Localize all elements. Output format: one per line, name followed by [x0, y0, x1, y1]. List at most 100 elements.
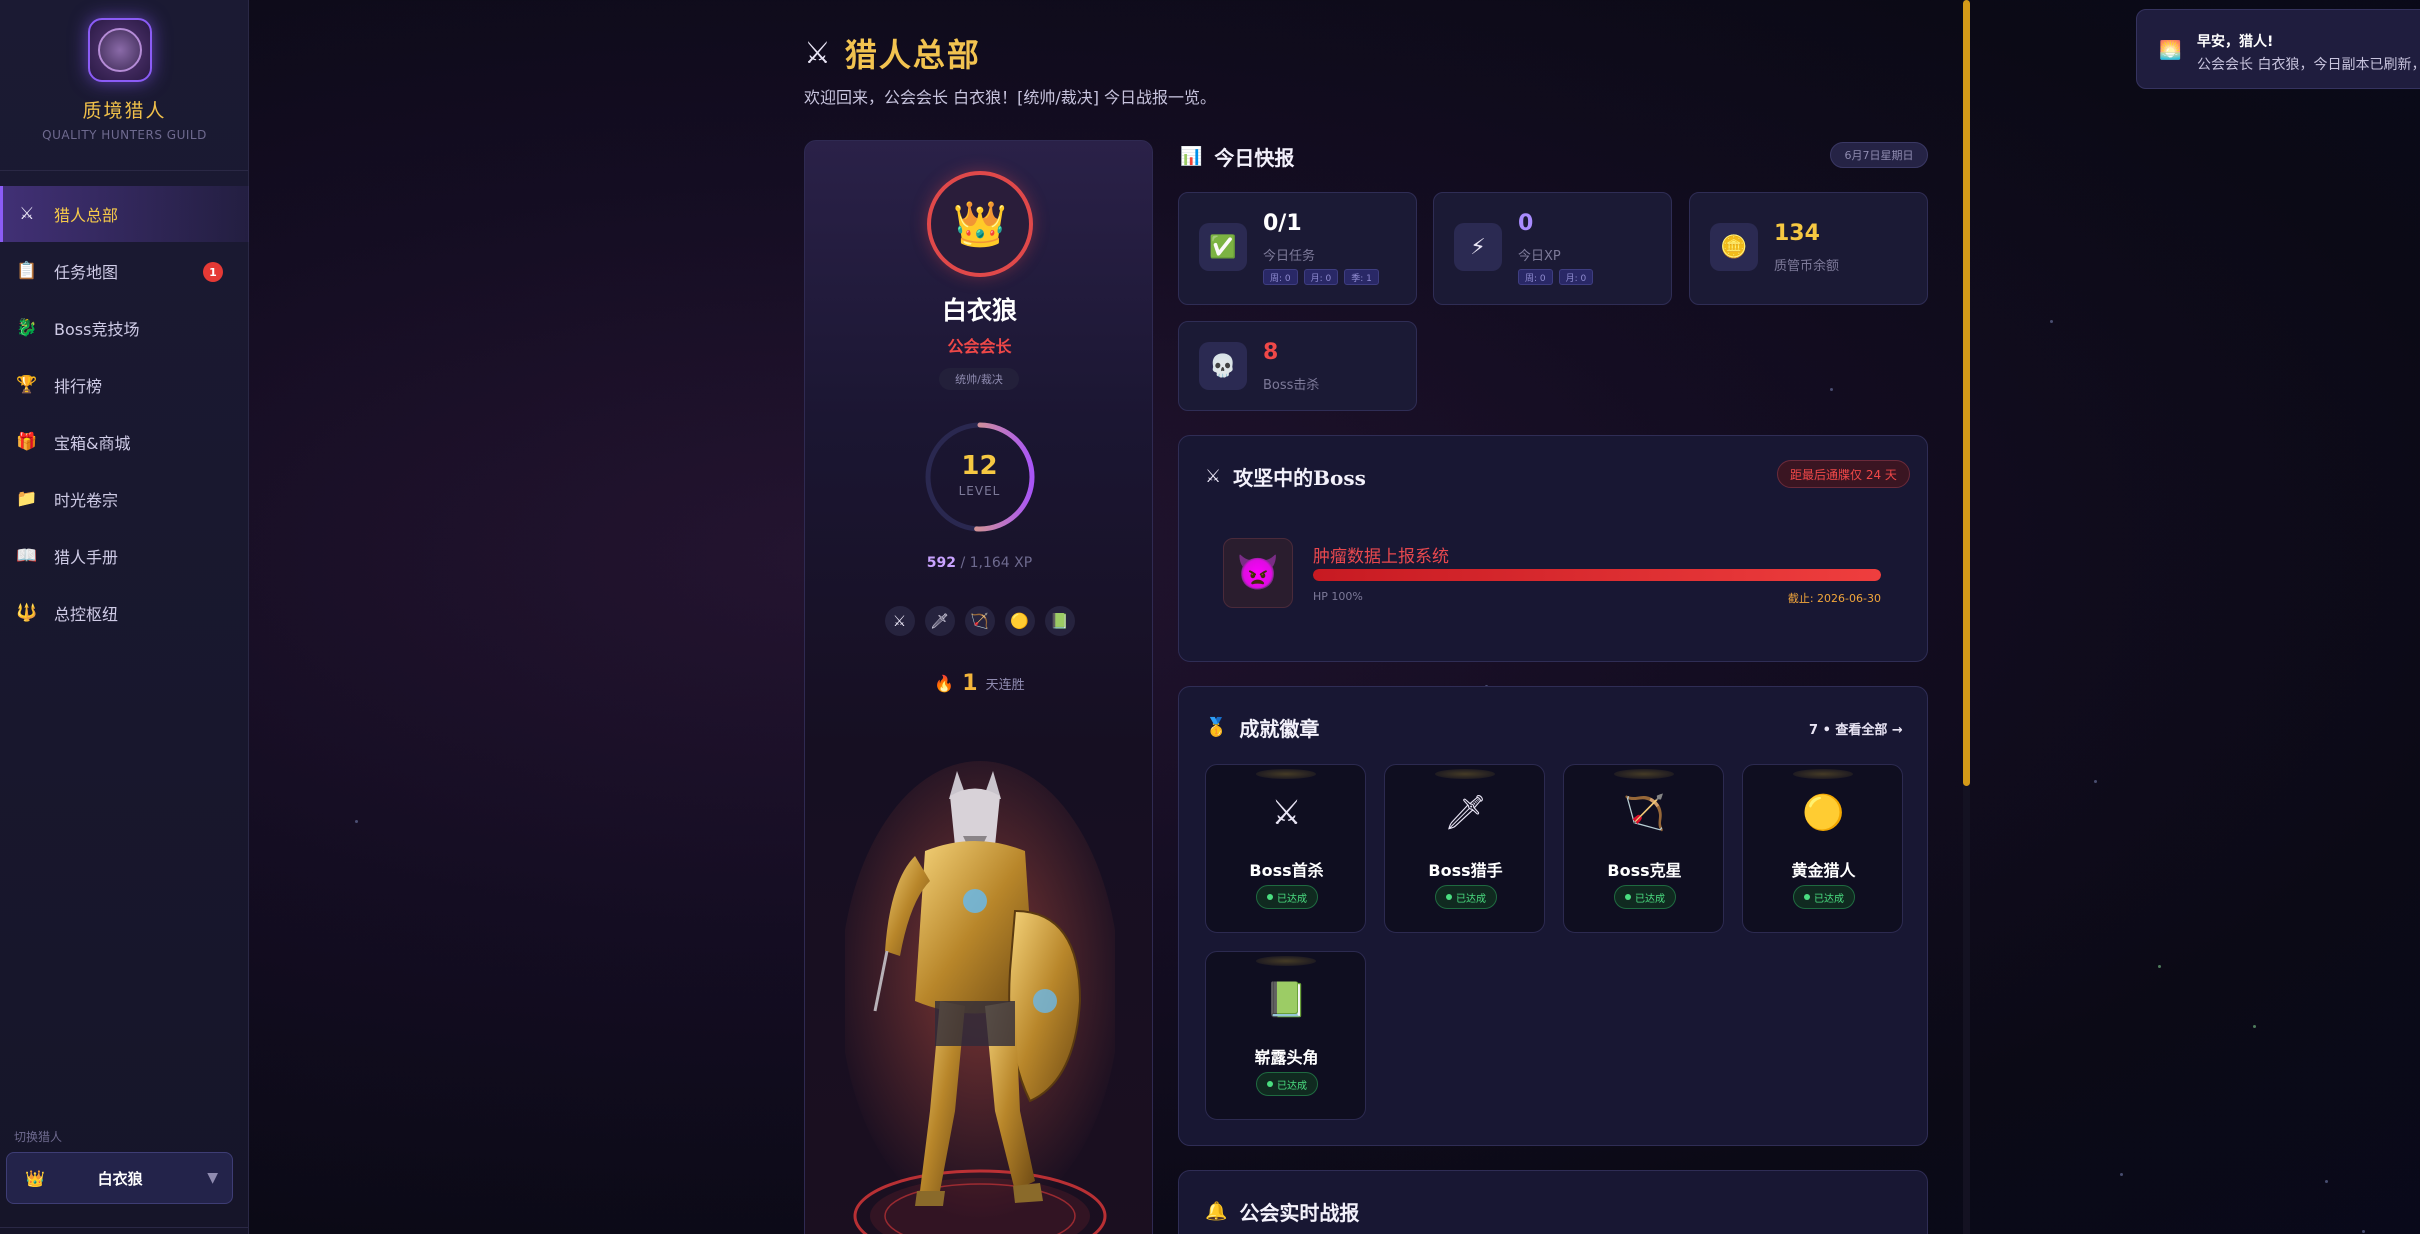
sidebar-item-hq[interactable]: ⚔ 猎人总部: [0, 186, 249, 242]
achievement-status: 已达成: [1435, 885, 1497, 909]
skull-icon: 💀: [1199, 342, 1247, 390]
streak-label: 天连胜: [985, 678, 1025, 693]
switch-hunter-select[interactable]: 👑 白衣狼 ▼: [6, 1152, 233, 1204]
stat-chip-month: 月: 0: [1303, 269, 1339, 285]
coin-icon: 🪙: [1710, 223, 1758, 271]
gift-icon: 🎁: [16, 432, 38, 452]
guild-report-panel: 🔔 公会实时战报: [1178, 1170, 1928, 1234]
guild-report-title: 🔔 公会实时战报: [1205, 1197, 1359, 1226]
sidebar-item-label: 时光卷宗: [54, 491, 119, 510]
stat-chips: 周: 0 月: 0: [1518, 269, 1594, 285]
sidebar-item-label: 猎人总部: [54, 206, 119, 225]
achievement-status: 已达成: [1793, 885, 1855, 909]
section-title-text: 成就徽章: [1239, 717, 1320, 741]
demon-icon: 👿: [1223, 538, 1293, 608]
stat-chip-week: 周: 0: [1518, 269, 1553, 285]
lightning-icon: ⚡: [1454, 223, 1502, 271]
stat-card-xp[interactable]: ⚡ 0 今日XP 周: 0 月: 0: [1433, 192, 1672, 305]
stat-chips: 周: 0 月: 0 季: 1: [1263, 269, 1379, 285]
scrollbar-thumb[interactable]: [1963, 0, 1970, 786]
crossed-swords-icon: ⚔: [1205, 466, 1222, 487]
switch-hunter-value: 白衣狼: [97, 1169, 143, 1188]
medal-icon: 🥇: [1205, 717, 1228, 738]
achievement-card[interactable]: 🏹 Boss克星 已达成: [1563, 764, 1724, 933]
achievements-panel: 🥇 成就徽章 7 • 查看全部 → ⚔ Boss首杀 已达成 🗡 Boss猎手 …: [1178, 686, 1928, 1146]
stat-label: 质管币余额: [1774, 259, 1840, 274]
stat-label: Boss击杀: [1263, 378, 1320, 393]
trophy-icon: 🏆: [16, 375, 38, 395]
profile-card: 👑 白衣狼 公会会长 统帅/裁决 12 LEVEL 592 / 1,164 XP…: [804, 140, 1153, 1234]
sidebar-item-label: 总控枢纽: [54, 605, 119, 624]
crossed-swords-badge-icon[interactable]: ⚔: [884, 606, 915, 636]
achievement-name: Boss首杀: [1249, 861, 1324, 880]
sidebar-item-label: 任务地图: [54, 263, 119, 282]
achievement-status: 已达成: [1256, 885, 1318, 909]
notification-badge: 1: [203, 262, 223, 282]
achievement-status: 已达成: [1614, 885, 1676, 909]
date-pill: 6月7日星期日: [1830, 142, 1928, 168]
dagger-badge-icon[interactable]: 🗡: [924, 606, 955, 636]
view-all-link[interactable]: 7 • 查看全部 →: [1809, 719, 1903, 738]
stat-card-tasks[interactable]: ✅ 0/1 今日任务 周: 0 月: 0 季: 1: [1178, 192, 1417, 305]
crossed-swords-icon: ⚔: [1271, 793, 1302, 833]
sidebar-item-label: 猎人手册: [54, 548, 119, 567]
section-title-text: 攻坚中的Boss: [1233, 466, 1366, 490]
achievement-name: Boss克星: [1607, 861, 1682, 880]
boss-deadline: 截止: 2026-06-30: [1787, 592, 1881, 605]
stat-chip-week: 周: 0: [1263, 269, 1298, 285]
greeting-toast[interactable]: 🌅 早安，猎人! 公会会长 白衣狼，今日副本已刷新，: [2136, 9, 2420, 89]
brand-title: 质境猎人: [82, 100, 167, 122]
xp-current: 592: [926, 555, 957, 571]
gold-coin-badge-icon[interactable]: 🟡: [1004, 606, 1035, 636]
green-book-icon: 📗: [1265, 980, 1308, 1020]
stat-value: 0: [1518, 211, 1534, 236]
stat-chip-quarter: 季: 1: [1344, 269, 1379, 285]
bow-badge-icon[interactable]: 🏹: [964, 606, 995, 636]
bell-icon: 🔔: [1205, 1201, 1228, 1222]
achievement-status: 已达成: [1256, 1072, 1318, 1096]
boss-hp-label: HP 100%: [1313, 590, 1363, 603]
sidebar-item-leaderboard[interactable]: 🏆 排行榜: [0, 357, 249, 413]
level-label: LEVEL: [958, 484, 1001, 498]
stat-value: 134: [1774, 221, 1820, 246]
stat-label: 今日任务: [1263, 249, 1316, 264]
achievement-card[interactable]: ⚔ Boss首杀 已达成: [1205, 764, 1366, 933]
achievement-card[interactable]: 📗 崭露头角 已达成: [1205, 951, 1366, 1120]
section-title-text: 今日快报: [1214, 146, 1295, 170]
stat-card-coins[interactable]: 🪙 134 质管币余额: [1689, 192, 1928, 305]
achievements-title: 🥇 成就徽章: [1205, 713, 1319, 742]
stat-value: 8: [1263, 340, 1279, 365]
page-title: ⚔ 猎人总部: [804, 30, 981, 76]
boss-row[interactable]: 👿 肿瘤数据上报系统 HP 100% 截止: 2026-06-30: [1223, 538, 1887, 610]
sidebar-item-boss-arena[interactable]: 🐉 Boss竞技场: [0, 300, 249, 356]
sidebar-item-label: 宝箱&商城: [54, 434, 131, 453]
sidebar-item-archives[interactable]: 📁 时光卷宗: [0, 471, 249, 527]
sidebar-item-mission-map[interactable]: 📋 任务地图 1: [0, 243, 249, 299]
sidebar-item-control-hub[interactable]: 🔱 总控枢纽: [0, 585, 249, 641]
sidebar-bottom-divider: [0, 1227, 249, 1228]
check-icon: ✅: [1199, 223, 1247, 271]
avatar[interactable]: 👑: [927, 171, 1033, 277]
streak-count: 1: [962, 671, 978, 696]
switch-hunter-label: 切换猎人: [14, 1130, 63, 1144]
sidebar-item-shop[interactable]: 🎁 宝箱&商城: [0, 414, 249, 470]
xp-total: / 1,164 XP: [956, 555, 1033, 571]
toast-title: 早安，猎人!: [2197, 34, 2274, 50]
green-book-badge-icon[interactable]: 📗: [1044, 606, 1075, 636]
achievement-card[interactable]: 🗡 Boss猎手 已达成: [1384, 764, 1545, 933]
sunrise-icon: 🌅: [2159, 40, 2182, 61]
achievement-card[interactable]: 🟡 黄金猎人 已达成: [1742, 764, 1903, 933]
guild-emblem-icon: [98, 28, 142, 72]
boss-hp-bar: [1313, 569, 1881, 581]
sidebar-item-label: Boss竞技场: [54, 320, 140, 339]
achievement-name: Boss猎手: [1428, 861, 1503, 880]
sidebar-divider: [0, 170, 249, 171]
crown-icon: 👑: [952, 199, 1008, 250]
crown-icon: 👑: [25, 1168, 45, 1188]
sidebar-item-handbook[interactable]: 📖 猎人手册: [0, 528, 249, 584]
ultimatum-badge: 距最后通牒仅 24 天: [1777, 460, 1910, 488]
stat-chip-month: 月: 0: [1558, 269, 1594, 285]
stat-card-boss-kills[interactable]: 💀 8 Boss击杀: [1178, 321, 1417, 411]
sidebar-nav: ⚔ 猎人总部 📋 任务地图 1 🐉 Boss竞技场 🏆 排行榜 🎁 宝箱&商城 …: [0, 186, 249, 642]
boss-hp-fill: [1313, 569, 1881, 581]
